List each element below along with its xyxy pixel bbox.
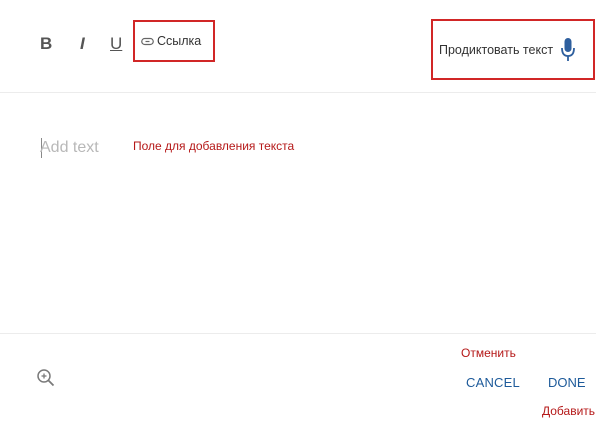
text-editor-area[interactable]: Add text Поле для добавления текста	[0, 93, 596, 333]
done-button[interactable]: DONE	[548, 375, 586, 390]
done-annotation: Добавить	[542, 404, 596, 418]
footer-divider	[0, 333, 596, 334]
dictate-label: Продиктовать текст	[439, 42, 554, 57]
dictate-text-button[interactable]: Продиктовать текст	[431, 19, 595, 80]
microphone-icon	[561, 37, 575, 61]
zoom-in-icon[interactable]	[36, 368, 56, 388]
cancel-annotation: Отменить	[461, 346, 516, 360]
cancel-button[interactable]: CANCEL	[466, 375, 520, 390]
text-placeholder: Add text	[40, 139, 99, 156]
bold-button[interactable]: B	[40, 34, 52, 54]
link-label: Ссылка	[157, 34, 202, 48]
italic-button[interactable]: I	[80, 34, 85, 54]
link-icon	[141, 37, 154, 45]
link-button[interactable]: Ссылка	[133, 20, 215, 62]
text-field-annotation: Поле для добавления текста	[133, 139, 295, 153]
formatting-toolbar: B I U Ссылка Продиктовать текст	[0, 0, 596, 92]
underline-button[interactable]: U	[110, 34, 122, 54]
